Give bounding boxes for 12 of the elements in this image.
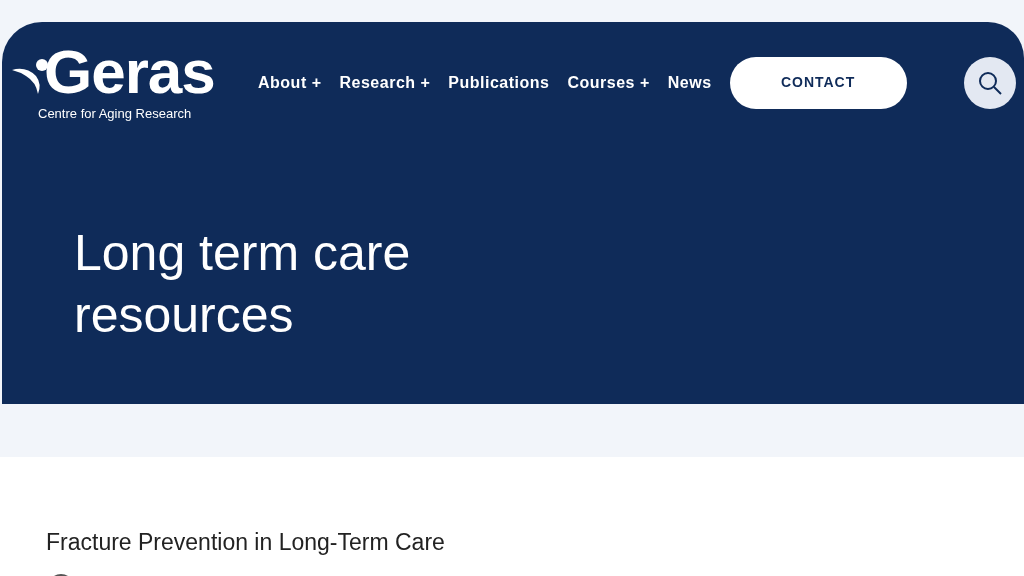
nav-link[interactable]: Research + <box>339 70 431 95</box>
search-icon <box>977 69 1003 96</box>
contact-button[interactable]: CONTACT <box>729 56 907 109</box>
nav-link[interactable]: News <box>667 70 712 95</box>
nav-link[interactable]: About + <box>258 70 322 95</box>
section-heading: Fracture Prevention in Long-Term Care <box>46 528 446 557</box>
logo-wordmark[interactable]: Geras <box>44 42 215 102</box>
search-button[interactable] <box>964 56 1016 109</box>
nav-link[interactable]: Courses + <box>567 70 650 95</box>
logo-tagline: Centre for Aging Research <box>38 105 192 123</box>
page-title: Long term care resources <box>74 223 412 345</box>
nav-link[interactable]: Publications <box>448 70 550 95</box>
